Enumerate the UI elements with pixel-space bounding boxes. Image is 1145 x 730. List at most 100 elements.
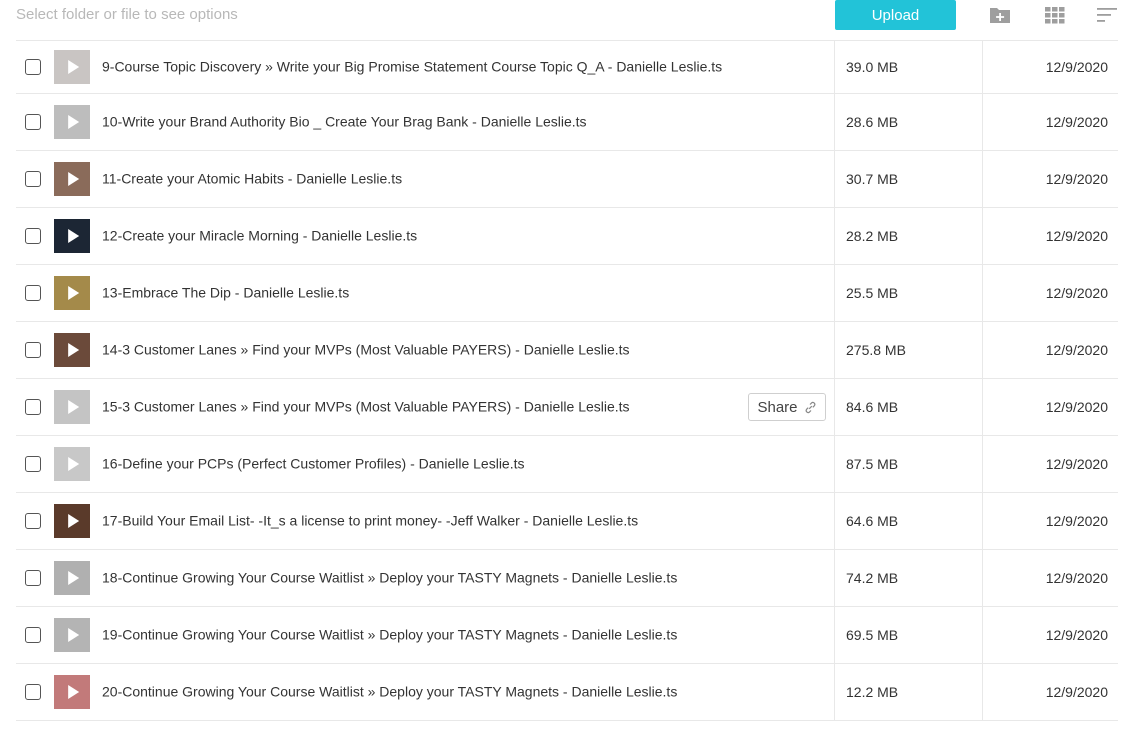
new-folder-icon[interactable]: [988, 4, 1012, 26]
play-icon: [68, 172, 80, 186]
file-date: 12/9/2020: [1045, 285, 1108, 301]
file-name[interactable]: 20-Continue Growing Your Course Waitlist…: [102, 683, 677, 699]
column-divider: [982, 265, 983, 322]
row-checkbox[interactable]: [25, 285, 41, 301]
video-thumbnail[interactable]: [54, 333, 90, 367]
row-checkbox[interactable]: [25, 399, 41, 415]
file-size: 30.7 MB: [846, 171, 899, 187]
column-divider: [834, 607, 835, 664]
file-row[interactable]: 17-Build Your Email List- -It_s a licens…: [16, 493, 1118, 550]
link-icon: [805, 401, 815, 413]
column-divider: [834, 550, 835, 607]
upload-button[interactable]: Upload: [835, 0, 956, 30]
file-date: 12/9/2020: [1045, 342, 1108, 358]
file-date: 12/9/2020: [1045, 114, 1108, 130]
sort-icon[interactable]: [1096, 4, 1120, 26]
play-icon: [68, 286, 80, 300]
video-thumbnail[interactable]: [54, 390, 90, 424]
column-divider: [834, 664, 835, 721]
file-size: 74.2 MB: [846, 570, 899, 586]
row-checkbox[interactable]: [25, 228, 41, 244]
file-date: 12/9/2020: [1045, 570, 1108, 586]
play-icon: [68, 685, 80, 699]
column-divider: [982, 322, 983, 379]
file-name[interactable]: 16-Define your PCPs (Perfect Customer Pr…: [102, 455, 525, 471]
column-divider: [834, 208, 835, 265]
video-thumbnail[interactable]: [54, 219, 90, 253]
file-name[interactable]: 19-Continue Growing Your Course Waitlist…: [102, 626, 677, 642]
file-size: 84.6 MB: [846, 399, 899, 415]
share-button[interactable]: Share: [748, 393, 826, 421]
play-icon: [68, 60, 80, 74]
file-name[interactable]: 18-Continue Growing Your Course Waitlist…: [102, 569, 677, 585]
row-checkbox[interactable]: [25, 513, 41, 529]
video-thumbnail[interactable]: [54, 447, 90, 481]
video-thumbnail[interactable]: [54, 276, 90, 310]
play-icon: [68, 400, 80, 414]
file-row[interactable]: 18-Continue Growing Your Course Waitlist…: [16, 550, 1118, 607]
file-size: 25.5 MB: [846, 285, 899, 301]
file-row[interactable]: 13-Embrace The Dip - Danielle Leslie.ts …: [16, 265, 1118, 322]
share-label: Share: [757, 398, 798, 416]
file-name[interactable]: 10-Write your Brand Authority Bio _ Crea…: [102, 113, 587, 129]
column-divider: [834, 436, 835, 493]
file-size: 39.0 MB: [846, 59, 899, 75]
file-size: 69.5 MB: [846, 627, 899, 643]
row-checkbox[interactable]: [25, 684, 41, 700]
file-name[interactable]: 11-Create your Atomic Habits - Danielle …: [102, 170, 402, 186]
row-checkbox[interactable]: [25, 114, 41, 130]
file-row[interactable]: 20-Continue Growing Your Course Waitlist…: [16, 664, 1118, 721]
file-row[interactable]: 11-Create your Atomic Habits - Danielle …: [16, 151, 1118, 208]
video-thumbnail[interactable]: [54, 105, 90, 139]
row-checkbox[interactable]: [25, 59, 41, 75]
column-divider: [834, 94, 835, 151]
file-size: 28.2 MB: [846, 228, 899, 244]
file-name[interactable]: 9-Course Topic Discovery » Write your Bi…: [102, 58, 722, 74]
column-divider: [982, 208, 983, 265]
play-icon: [68, 571, 80, 585]
play-icon: [68, 514, 80, 528]
file-row[interactable]: 10-Write your Brand Authority Bio _ Crea…: [16, 94, 1118, 151]
file-date: 12/9/2020: [1045, 228, 1108, 244]
row-checkbox[interactable]: [25, 171, 41, 187]
file-row[interactable]: 14-3 Customer Lanes » Find your MVPs (Mo…: [16, 322, 1118, 379]
row-checkbox[interactable]: [25, 570, 41, 586]
file-size: 87.5 MB: [846, 456, 899, 472]
file-row[interactable]: 15-3 Customer Lanes » Find your MVPs (Mo…: [16, 379, 1118, 436]
video-thumbnail[interactable]: [54, 162, 90, 196]
file-name[interactable]: 14-3 Customer Lanes » Find your MVPs (Mo…: [102, 341, 630, 357]
column-divider: [982, 550, 983, 607]
file-row[interactable]: 19-Continue Growing Your Course Waitlist…: [16, 607, 1118, 664]
row-checkbox[interactable]: [25, 456, 41, 472]
video-thumbnail[interactable]: [54, 675, 90, 709]
column-divider: [982, 151, 983, 208]
column-divider: [834, 41, 835, 94]
file-name[interactable]: 15-3 Customer Lanes » Find your MVPs (Mo…: [102, 398, 630, 414]
file-date: 12/9/2020: [1045, 627, 1108, 643]
video-thumbnail[interactable]: [54, 504, 90, 538]
file-row[interactable]: 9-Course Topic Discovery » Write your Bi…: [16, 40, 1118, 94]
file-date: 12/9/2020: [1045, 456, 1108, 472]
video-thumbnail[interactable]: [54, 561, 90, 595]
row-checkbox[interactable]: [25, 627, 41, 643]
play-icon: [68, 115, 80, 129]
file-name[interactable]: 17-Build Your Email List- -It_s a licens…: [102, 512, 638, 528]
file-name[interactable]: 12-Create your Miracle Morning - Daniell…: [102, 227, 417, 243]
column-divider: [834, 151, 835, 208]
row-checkbox[interactable]: [25, 342, 41, 358]
file-row[interactable]: 16-Define your PCPs (Perfect Customer Pr…: [16, 436, 1118, 493]
column-divider: [834, 322, 835, 379]
file-size: 12.2 MB: [846, 684, 899, 700]
file-name[interactable]: 13-Embrace The Dip - Danielle Leslie.ts: [102, 284, 349, 300]
play-icon: [68, 457, 80, 471]
grid-view-icon[interactable]: [1043, 4, 1067, 26]
column-divider: [834, 493, 835, 550]
video-thumbnail[interactable]: [54, 618, 90, 652]
column-divider: [982, 607, 983, 664]
file-date: 12/9/2020: [1045, 684, 1108, 700]
file-date: 12/9/2020: [1045, 59, 1108, 75]
column-divider: [982, 379, 983, 436]
file-row[interactable]: 12-Create your Miracle Morning - Daniell…: [16, 208, 1118, 265]
column-divider: [982, 664, 983, 721]
video-thumbnail[interactable]: [54, 50, 90, 84]
